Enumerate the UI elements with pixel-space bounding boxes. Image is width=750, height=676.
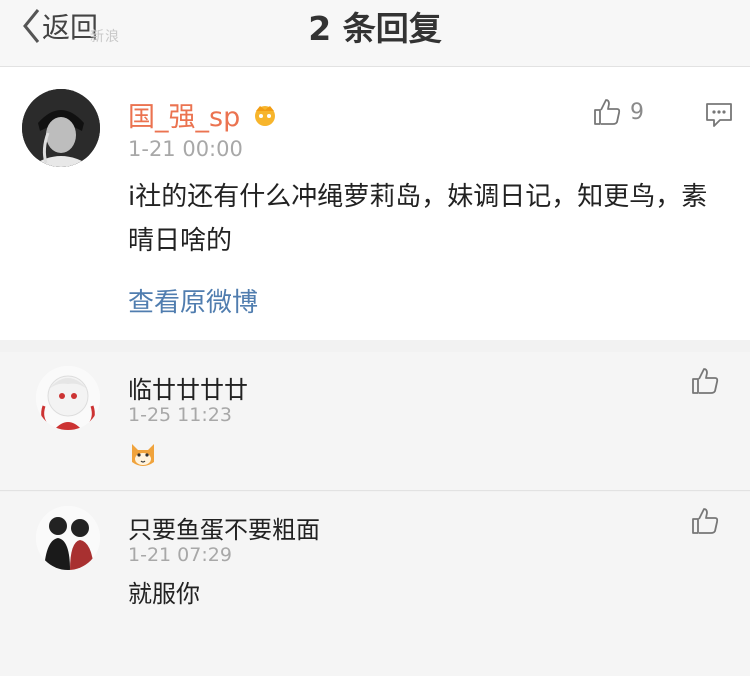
avatar-portrait [22,89,100,167]
comment-icon [706,103,732,127]
nav-bar: 返回 2 条回复 新浪 [0,0,750,67]
reply-text: 就服你 [128,580,200,608]
vip-crown-icon [255,105,276,126]
reply-item: 临廿廿廿廿 1-25 11:23 [0,352,750,491]
cat-face-emoji-icon [132,444,154,466]
thumbs-up-icon [692,508,719,534]
avatar-couple [36,506,100,570]
avatar[interactable] [36,506,100,570]
timestamp: 1-21 00:00 [128,137,243,161]
avatar-anime [36,366,100,430]
watermark: 新浪 [90,29,120,45]
username[interactable]: 国_强_sp [128,95,280,134]
like-button[interactable] [690,506,720,536]
timestamp: 1-25 11:23 [128,404,232,426]
thumbs-up-icon [594,99,621,125]
like-button[interactable] [690,366,720,396]
avatar[interactable] [22,89,100,167]
avatar[interactable] [36,366,100,430]
username-text: 国_强_sp [128,102,241,133]
thumbs-up-icon [692,368,719,394]
timestamp: 1-21 07:29 [128,544,232,566]
reply-username[interactable]: 临廿廿廿廿 [128,370,248,405]
reply-username[interactable]: 只要鱼蛋不要粗面 [128,510,320,545]
comment-button[interactable] [704,101,734,133]
view-original-link[interactable]: 查看原微博 [128,282,258,319]
like-count: 9 [630,99,644,125]
comment-text: i社的还有什么冲绳萝莉岛，妹调日记，知更鸟，素晴日啥的 [128,182,708,256]
like-button[interactable]: 9 [592,97,644,127]
main-comment: 国_强_sp 1-21 00:00 i社的还有什么冲绳萝莉岛，妹调日记，知更鸟，… [0,67,750,340]
reply-item: 只要鱼蛋不要粗面 1-21 07:29 就服你 [0,492,750,676]
